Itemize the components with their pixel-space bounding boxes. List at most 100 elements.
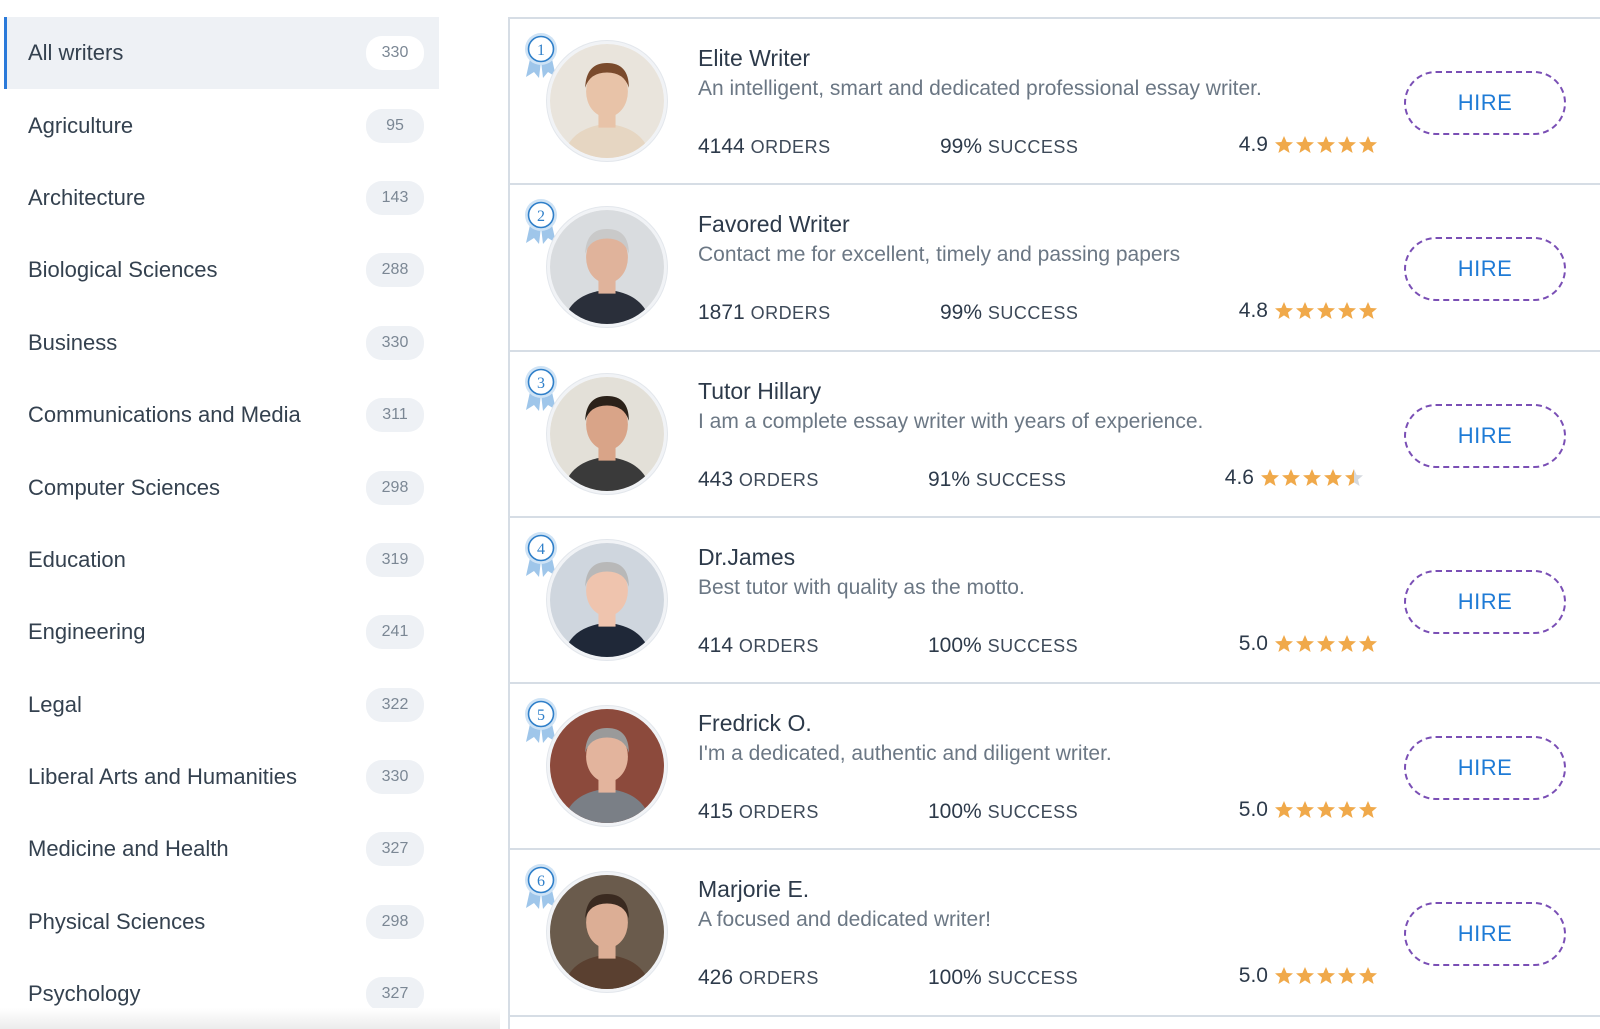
- star-icon: [1337, 135, 1357, 155]
- sidebar-item-label: Education: [28, 546, 126, 572]
- sidebar-item-legal[interactable]: Legal 322: [4, 669, 439, 741]
- success-label: SUCCESS: [975, 469, 1067, 490]
- orders-value: 4144: [698, 135, 745, 158]
- writer-description: Contact me for excellent, timely and pas…: [698, 243, 1181, 267]
- hire-button[interactable]: HIRE: [1404, 902, 1566, 967]
- writer-orders: 443 ORDERS: [698, 468, 819, 492]
- success-value: 100%: [928, 966, 982, 990]
- sidebar-item-business[interactable]: Business 330: [4, 307, 439, 379]
- orders-label: ORDERS: [738, 635, 819, 656]
- writer-name[interactable]: Favored Writer: [698, 211, 850, 238]
- orders-label: ORDERS: [738, 469, 819, 490]
- star-icon: [1295, 966, 1315, 986]
- star-icon: [1260, 468, 1280, 488]
- writer-avatar[interactable]: [547, 373, 667, 494]
- sidebar-item-architecture[interactable]: Architecture 143: [4, 162, 439, 234]
- hire-button[interactable]: HIRE: [1404, 237, 1566, 302]
- count-badge: 322: [366, 687, 424, 722]
- sidebar-item-agriculture[interactable]: Agriculture 95: [4, 89, 439, 161]
- writer-success: 99% SUCCESS: [940, 135, 1078, 159]
- writer-avatar[interactable]: [547, 706, 667, 827]
- writer-avatar[interactable]: [547, 539, 667, 660]
- hire-button[interactable]: HIRE: [1404, 736, 1566, 801]
- sidebar-item-label: Communications and Media: [28, 402, 301, 428]
- rating-stars: [1274, 800, 1378, 820]
- success-value: 100%: [928, 800, 982, 824]
- sidebar-item-label: Legal: [28, 691, 82, 717]
- sidebar-item-engineering[interactable]: Engineering 241: [4, 596, 439, 668]
- writer-description: An intelligent, smart and dedicated prof…: [698, 77, 1262, 100]
- sidebar-item-computer-sciences[interactable]: Computer Sciences 298: [4, 451, 439, 523]
- count-badge: 330: [366, 325, 424, 360]
- star-icon: [1295, 634, 1315, 654]
- count-badge: 241: [366, 615, 424, 650]
- writer-success: 91% SUCCESS: [928, 468, 1066, 492]
- writer-name[interactable]: Fredrick O.: [698, 710, 812, 737]
- rating-value: 4.8: [1238, 299, 1268, 323]
- sidebar-item-liberal-arts-and-humanities[interactable]: Liberal Arts and Humanities 330: [4, 741, 439, 813]
- writer-success: 100% SUCCESS: [928, 634, 1078, 658]
- star-icon: [1274, 800, 1294, 820]
- writer-description: I am a complete essay writer with years …: [698, 409, 1204, 433]
- orders-value: 414: [698, 633, 734, 657]
- success-value: 100%: [928, 633, 982, 657]
- star-icon: [1337, 634, 1357, 654]
- count-badge: 327: [366, 977, 424, 1012]
- writer-name[interactable]: Marjorie E.: [698, 876, 809, 903]
- star-icon: [1316, 966, 1336, 986]
- writer-avatar[interactable]: [547, 872, 667, 993]
- star-icon: [1274, 634, 1294, 654]
- star-icon: [1295, 800, 1315, 820]
- rating-stars: [1260, 468, 1364, 488]
- star-icon: [1302, 468, 1322, 488]
- star-icon: [1274, 135, 1294, 155]
- next-writer-row-partial: [508, 1013, 1600, 1029]
- writer-rating: 5.0: [1239, 632, 1378, 656]
- sidebar-item-biological-sciences[interactable]: Biological Sciences 288: [4, 234, 439, 306]
- rating-stars: [1274, 966, 1378, 986]
- star-icon: [1316, 800, 1336, 820]
- sidebar-bottom-fade: [0, 1008, 500, 1029]
- sidebar-item-label: All writers: [28, 40, 124, 66]
- count-badge: 330: [366, 36, 424, 71]
- orders-value: 426: [698, 966, 734, 990]
- star-icon: [1358, 301, 1378, 321]
- star-icon: [1323, 468, 1343, 488]
- rank-number: 5: [537, 707, 545, 724]
- success-value: 91%: [928, 467, 971, 491]
- sidebar-item-physical-sciences[interactable]: Physical Sciences 298: [4, 886, 439, 958]
- writer-description: Best tutor with quality as the motto.: [698, 575, 1025, 599]
- hire-button[interactable]: HIRE: [1404, 71, 1566, 135]
- sidebar-item-all-writers[interactable]: All writers 330: [4, 17, 439, 90]
- writer-row: 1 Elite Writer An intelligent, smart and d…: [508, 19, 1600, 186]
- star-icon: [1337, 800, 1357, 820]
- writer-avatar[interactable]: [547, 41, 667, 161]
- success-label: SUCCESS: [987, 968, 1079, 989]
- rank-number: 2: [537, 208, 545, 225]
- writer-orders: 415 ORDERS: [698, 800, 819, 824]
- count-badge: 319: [366, 542, 424, 577]
- writer-rating: 4.9: [1239, 133, 1378, 157]
- sidebar-item-communications-and-media[interactable]: Communications and Media 311: [4, 379, 439, 451]
- sidebar-item-medicine-and-health[interactable]: Medicine and Health 327: [4, 813, 439, 885]
- hire-button[interactable]: HIRE: [1404, 403, 1566, 468]
- count-badge: 311: [366, 398, 424, 433]
- count-badge: 298: [366, 904, 424, 939]
- sidebar-item-label: Architecture: [28, 184, 146, 210]
- rank-number: 3: [537, 375, 545, 392]
- star-icon: [1358, 966, 1378, 986]
- writer-orders: 426 ORDERS: [698, 966, 819, 990]
- writer-name[interactable]: Tutor Hillary: [698, 378, 821, 405]
- success-label: SUCCESS: [987, 137, 1079, 157]
- star-icon: [1344, 468, 1364, 488]
- writer-orders: 414 ORDERS: [698, 634, 819, 658]
- sidebar-item-label: Engineering: [28, 619, 146, 645]
- writer-avatar[interactable]: [547, 207, 667, 328]
- sidebar-item-education[interactable]: Education 319: [4, 524, 439, 596]
- writer-name[interactable]: Elite Writer: [698, 45, 810, 72]
- writer-orders: 4144 ORDERS: [698, 135, 831, 159]
- writer-name[interactable]: Dr.James: [698, 544, 795, 571]
- orders-label: ORDERS: [738, 968, 819, 989]
- hire-button[interactable]: HIRE: [1404, 569, 1566, 634]
- sidebar-item-label: Biological Sciences: [28, 257, 218, 283]
